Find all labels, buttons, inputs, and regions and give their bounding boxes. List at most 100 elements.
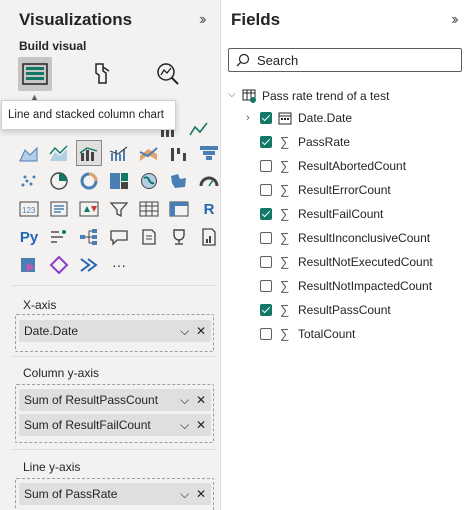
x-axis-field-chip[interactable]: Date.Date ⌵ ✕ xyxy=(19,320,211,342)
donut-chart-icon[interactable] xyxy=(77,169,101,193)
divider xyxy=(12,356,216,357)
line-y-field-chip[interactable]: Sum of PassRate ⌵ ✕ xyxy=(19,483,211,505)
field-checkbox[interactable] xyxy=(260,304,272,316)
field-row[interactable]: ∑ PassRate xyxy=(258,132,463,152)
python-visual-icon[interactable]: Py xyxy=(17,225,41,249)
column-y-field-name: Sum of ResultPassCount xyxy=(24,393,159,407)
slicer-icon[interactable] xyxy=(107,197,131,221)
field-checkbox[interactable] xyxy=(260,328,272,340)
search-input[interactable]: Search xyxy=(228,48,462,72)
search-placeholder: Search xyxy=(257,53,299,68)
table-icon[interactable] xyxy=(137,197,161,221)
remove-icon[interactable]: ✕ xyxy=(196,393,206,407)
goals-icon[interactable] xyxy=(167,225,191,249)
card-icon[interactable]: 123 xyxy=(17,197,41,221)
multi-row-card-icon[interactable] xyxy=(47,197,71,221)
filled-map-icon[interactable] xyxy=(167,169,191,193)
field-name: ResultInconclusiveCount xyxy=(298,231,431,245)
x-axis-field-name: Date.Date xyxy=(24,324,79,338)
r-script-visual-icon[interactable]: R xyxy=(197,197,221,221)
tooltip: Line and stacked column chart xyxy=(1,100,176,130)
search-icon xyxy=(236,53,250,67)
field-name: ResultNotImpactedCount xyxy=(298,279,433,293)
calendar-icon xyxy=(278,112,292,125)
field-checkbox[interactable] xyxy=(260,160,272,172)
more-visuals-icon[interactable]: ··· xyxy=(107,253,131,277)
field-checkbox[interactable] xyxy=(260,184,272,196)
visualizations-pane: Visualizations ›› Build visual ▲ Line an… xyxy=(0,0,221,510)
ribbon-chart-icon[interactable] xyxy=(137,141,161,165)
power-apps-icon[interactable] xyxy=(17,253,41,277)
chevron-down-icon[interactable]: ⌵ xyxy=(180,324,189,338)
funnel-chart-icon[interactable] xyxy=(197,141,221,165)
field-row[interactable]: ∑ ResultPassCount xyxy=(258,300,463,320)
decomposition-tree-icon[interactable] xyxy=(77,225,101,249)
power-automate-icon[interactable] xyxy=(47,253,71,277)
chevron-down-icon[interactable]: ⌵ xyxy=(180,393,189,407)
scatter-chart-icon[interactable] xyxy=(17,169,41,193)
matrix-icon[interactable] xyxy=(167,197,191,221)
line-and-clustered-column-chart-icon[interactable] xyxy=(107,141,131,165)
key-influencers-icon[interactable] xyxy=(47,225,71,249)
field-row[interactable]: ∑ TotalCount xyxy=(258,324,463,344)
field-row[interactable]: ∑ ResultNotImpactedCount xyxy=(258,276,463,296)
sigma-icon: ∑ xyxy=(280,230,290,245)
column-y-axis-label: Column y-axis xyxy=(23,366,100,380)
treemap-icon[interactable] xyxy=(107,169,131,193)
field-checkbox[interactable] xyxy=(260,280,272,292)
remove-icon[interactable]: ✕ xyxy=(196,324,206,338)
format-visual-icon[interactable] xyxy=(84,57,118,91)
field-checkbox[interactable] xyxy=(260,112,272,124)
field-name: ResultPassCount xyxy=(298,303,391,317)
line-chart-icon[interactable] xyxy=(187,117,211,141)
build-visual-label: Build visual xyxy=(19,39,87,53)
kpi-icon[interactable] xyxy=(77,197,101,221)
fields-title: Fields xyxy=(231,10,281,29)
smart-narrative-icon[interactable] xyxy=(137,225,161,249)
line-and-stacked-column-chart-icon[interactable] xyxy=(76,140,102,166)
column-y-field-chip[interactable]: Sum of ResultPassCount ⌵ ✕ xyxy=(19,389,211,411)
field-row[interactable]: › Date.Date xyxy=(246,108,463,128)
paginated-report-icon[interactable] xyxy=(197,225,221,249)
table-node[interactable]: ⌵ Pass rate trend of a test xyxy=(228,86,468,106)
field-row[interactable]: ∑ ResultErrorCount xyxy=(258,180,463,200)
collapse-visualizations-icon[interactable]: ›› xyxy=(199,11,206,29)
waterfall-chart-icon[interactable] xyxy=(167,141,191,165)
remove-icon[interactable]: ✕ xyxy=(196,418,206,432)
area-chart-icon[interactable] xyxy=(17,141,41,165)
field-checkbox[interactable] xyxy=(260,136,272,148)
pie-chart-icon[interactable] xyxy=(47,169,71,193)
sigma-icon: ∑ xyxy=(280,326,290,341)
build-visual-icon[interactable] xyxy=(18,57,52,91)
field-row[interactable]: ∑ ResultInconclusiveCount xyxy=(258,228,463,248)
sigma-icon: ∑ xyxy=(280,158,290,173)
field-row[interactable]: ∑ ResultNotExecutedCount xyxy=(258,252,463,272)
sigma-icon: ∑ xyxy=(280,206,290,221)
x-axis-label: X-axis xyxy=(23,298,57,312)
collapse-fields-icon[interactable]: ›› xyxy=(451,11,458,29)
field-row[interactable]: ∑ ResultFailCount xyxy=(258,204,463,224)
map-icon[interactable] xyxy=(137,169,161,193)
chevrons-visual-icon[interactable] xyxy=(77,253,101,277)
gauge-icon[interactable] xyxy=(197,169,221,193)
field-checkbox[interactable] xyxy=(260,232,272,244)
column-y-field-chip[interactable]: Sum of ResultFailCount ⌵ ✕ xyxy=(19,414,211,436)
stacked-area-chart-icon[interactable] xyxy=(47,141,71,165)
sigma-icon: ∑ xyxy=(280,302,290,317)
field-name: PassRate xyxy=(298,135,351,149)
chevron-down-icon[interactable]: ⌵ xyxy=(180,418,189,432)
field-checkbox[interactable] xyxy=(260,256,272,268)
field-checkbox[interactable] xyxy=(260,208,272,220)
sigma-icon: ∑ xyxy=(280,134,290,149)
table-icon xyxy=(242,89,256,103)
chevron-down-icon[interactable]: ⌵ xyxy=(228,85,236,105)
analytics-icon[interactable] xyxy=(150,57,184,91)
field-row[interactable]: ∑ ResultAbortedCount xyxy=(258,156,463,176)
sigma-icon: ∑ xyxy=(280,278,290,293)
chevron-right-icon[interactable]: › xyxy=(246,108,250,128)
qna-icon[interactable] xyxy=(107,225,131,249)
remove-icon[interactable]: ✕ xyxy=(196,487,206,501)
chevron-down-icon[interactable]: ⌵ xyxy=(180,487,189,501)
field-name: ResultErrorCount xyxy=(298,183,391,197)
table-name: Pass rate trend of a test xyxy=(262,89,390,103)
